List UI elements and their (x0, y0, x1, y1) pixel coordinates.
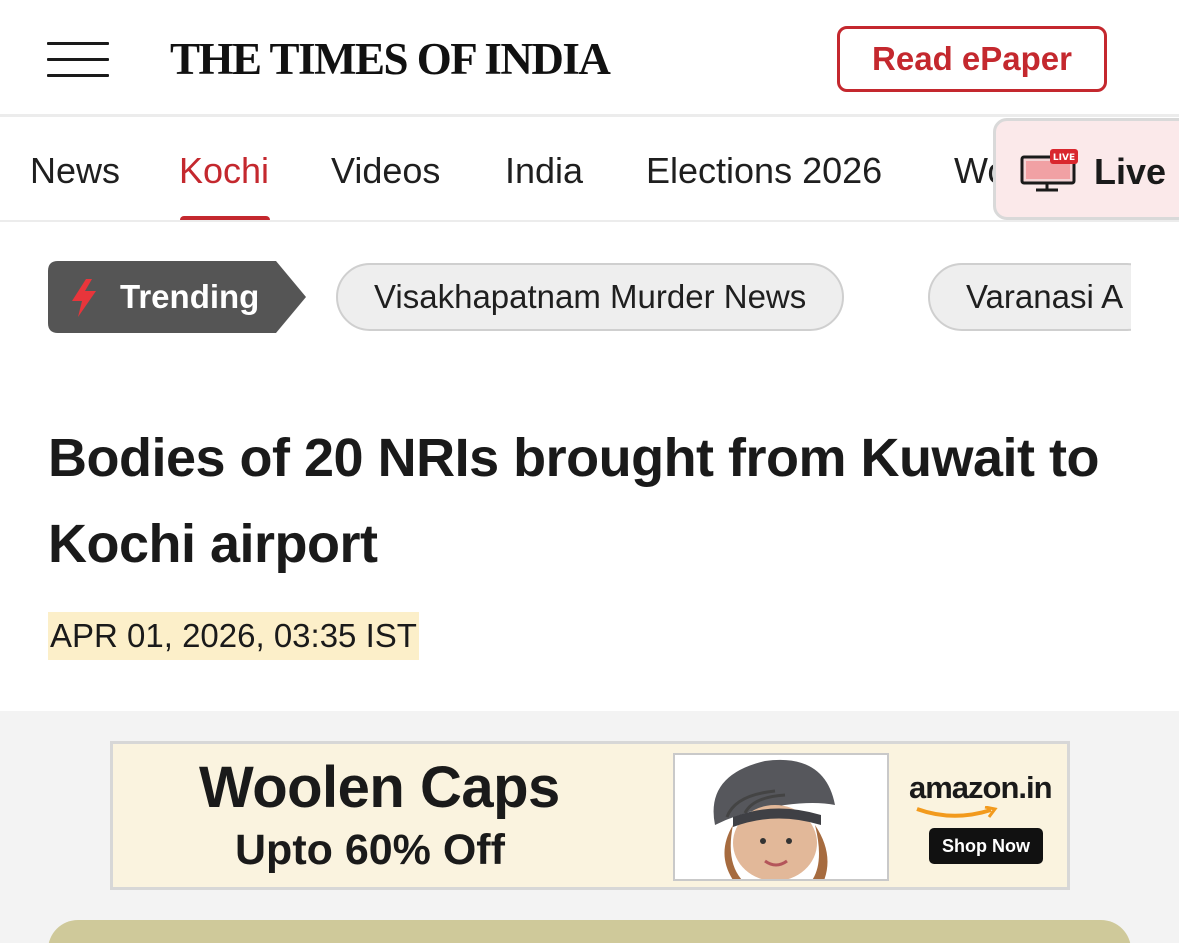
hamburger-line (47, 58, 109, 61)
ad-container: Woolen Caps Upto 60% Off amazon.in Shop … (0, 711, 1179, 943)
active-tab-indicator (180, 216, 270, 220)
ad-product-image (673, 753, 889, 881)
read-epaper-button[interactable]: Read ePaper (837, 26, 1107, 92)
ad-banner[interactable]: Woolen Caps Upto 60% Off amazon.in Shop … (110, 741, 1070, 890)
site-logo[interactable]: THE TIMES OF INDIA (170, 33, 611, 85)
nav-item-kochi[interactable]: Kochi (179, 150, 269, 192)
live-badge-text: LIVE (1053, 153, 1075, 163)
trending-pill[interactable]: Varanasi A (928, 263, 1131, 331)
trending-row: Trending Visakhapatnam Murder News Varan… (0, 261, 1131, 333)
nav-item-elections-2026[interactable]: Elections 2026 (646, 150, 882, 192)
ad-subtitle: Upto 60% Off (235, 826, 505, 874)
nav-item-videos[interactable]: Videos (331, 150, 440, 192)
flash-icon (72, 279, 96, 317)
woman-with-cap-image (675, 755, 887, 879)
next-content-card (48, 920, 1131, 943)
nav-item-india[interactable]: India (505, 150, 583, 192)
trending-pill[interactable]: Visakhapatnam Murder News (336, 263, 845, 331)
article-dateline: APR 01, 2026, 03:35 IST (48, 612, 419, 660)
ad-title: Woolen Caps (199, 755, 560, 820)
hamburger-line (47, 74, 109, 77)
nav-item-news[interactable]: News (30, 150, 120, 192)
shop-now-button[interactable]: Shop Now (929, 828, 1043, 864)
trending-tag[interactable]: Trending (48, 261, 306, 333)
article-headline: Bodies of 20 NRIs brought from Kuwait to… (48, 428, 1100, 574)
live-button[interactable]: LIVE Live (993, 118, 1179, 220)
live-tv-icon: LIVE (1020, 149, 1078, 192)
site-header: THE TIMES OF INDIA Read ePaper (0, 0, 1179, 117)
amazon-smile-icon (916, 806, 998, 818)
hamburger-line (47, 42, 109, 45)
live-label: Live (1094, 151, 1167, 192)
amazon-logo: amazon.in (909, 770, 1053, 805)
trending-label: Trending (120, 278, 260, 315)
hamburger-menu-icon[interactable] (47, 42, 109, 78)
